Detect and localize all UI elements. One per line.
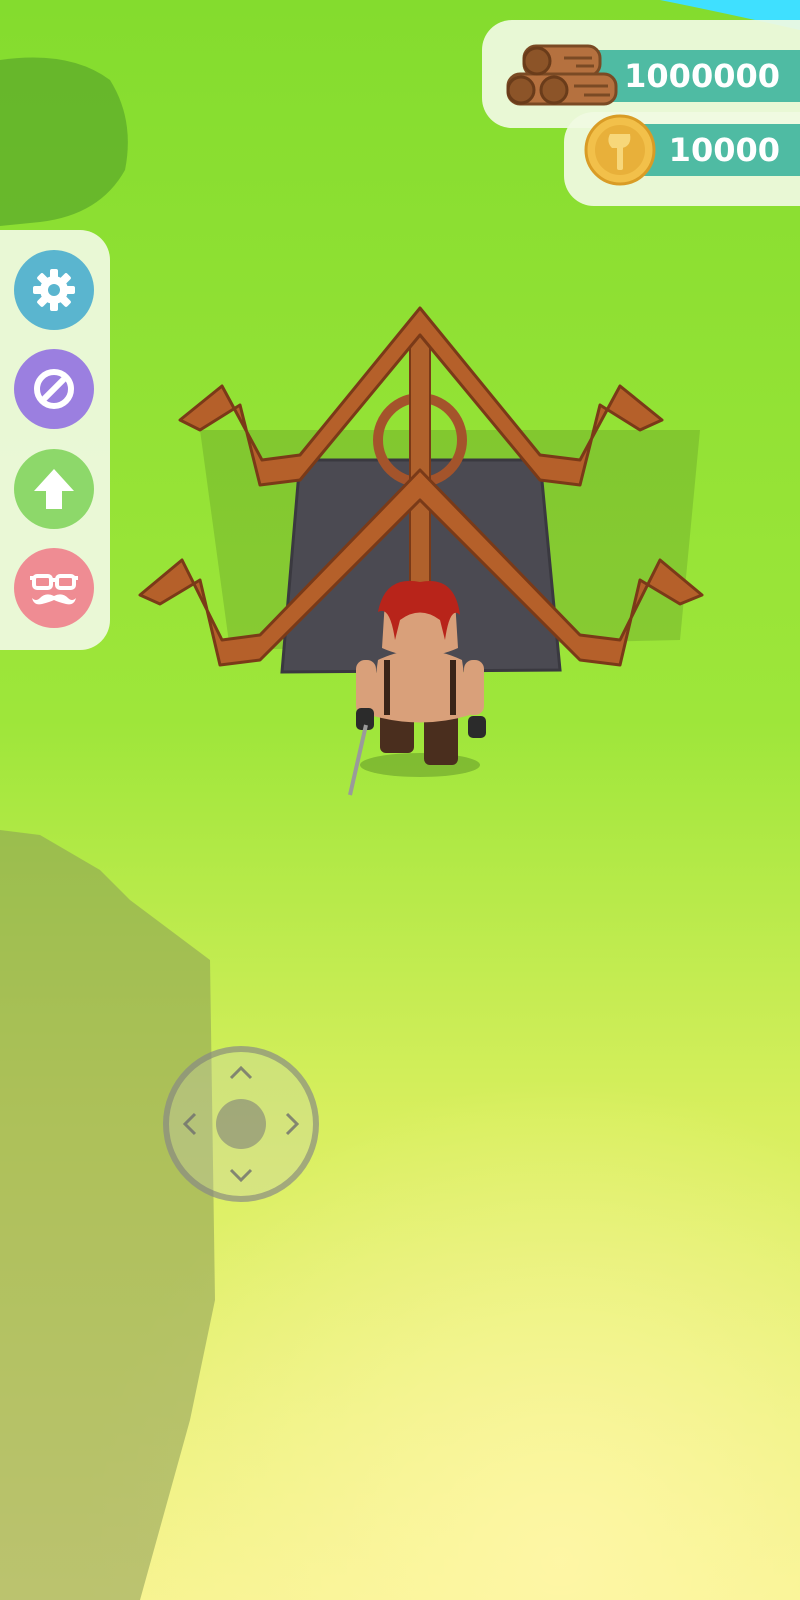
resource-panel: 1000000 10000 xyxy=(470,20,800,206)
crossbow-beam xyxy=(409,319,431,601)
wood-count: 1000000 xyxy=(624,57,780,95)
chevron-left-icon xyxy=(182,1112,197,1136)
chevron-down-icon xyxy=(229,1168,253,1183)
arrow-up-icon xyxy=(34,469,74,509)
no-ads-button[interactable] xyxy=(14,349,94,429)
joystick-knob[interactable] xyxy=(216,1099,266,1149)
chevron-right-icon xyxy=(285,1112,300,1136)
gear-icon xyxy=(33,269,75,311)
coin-counter: 10000 xyxy=(632,124,800,176)
side-menu xyxy=(0,230,110,650)
upgrade-button[interactable] xyxy=(14,449,94,529)
disguise-icon xyxy=(30,574,78,605)
settings-button[interactable] xyxy=(14,250,94,330)
wood-logs-icon xyxy=(506,44,618,106)
virtual-joystick[interactable] xyxy=(163,1046,319,1202)
chevron-up-icon xyxy=(229,1065,253,1080)
game-scene xyxy=(0,0,800,1600)
skin-button[interactable] xyxy=(14,548,94,628)
axe-coin-icon xyxy=(584,114,656,186)
coin-count: 10000 xyxy=(668,131,780,169)
no-ads-icon xyxy=(34,369,74,409)
